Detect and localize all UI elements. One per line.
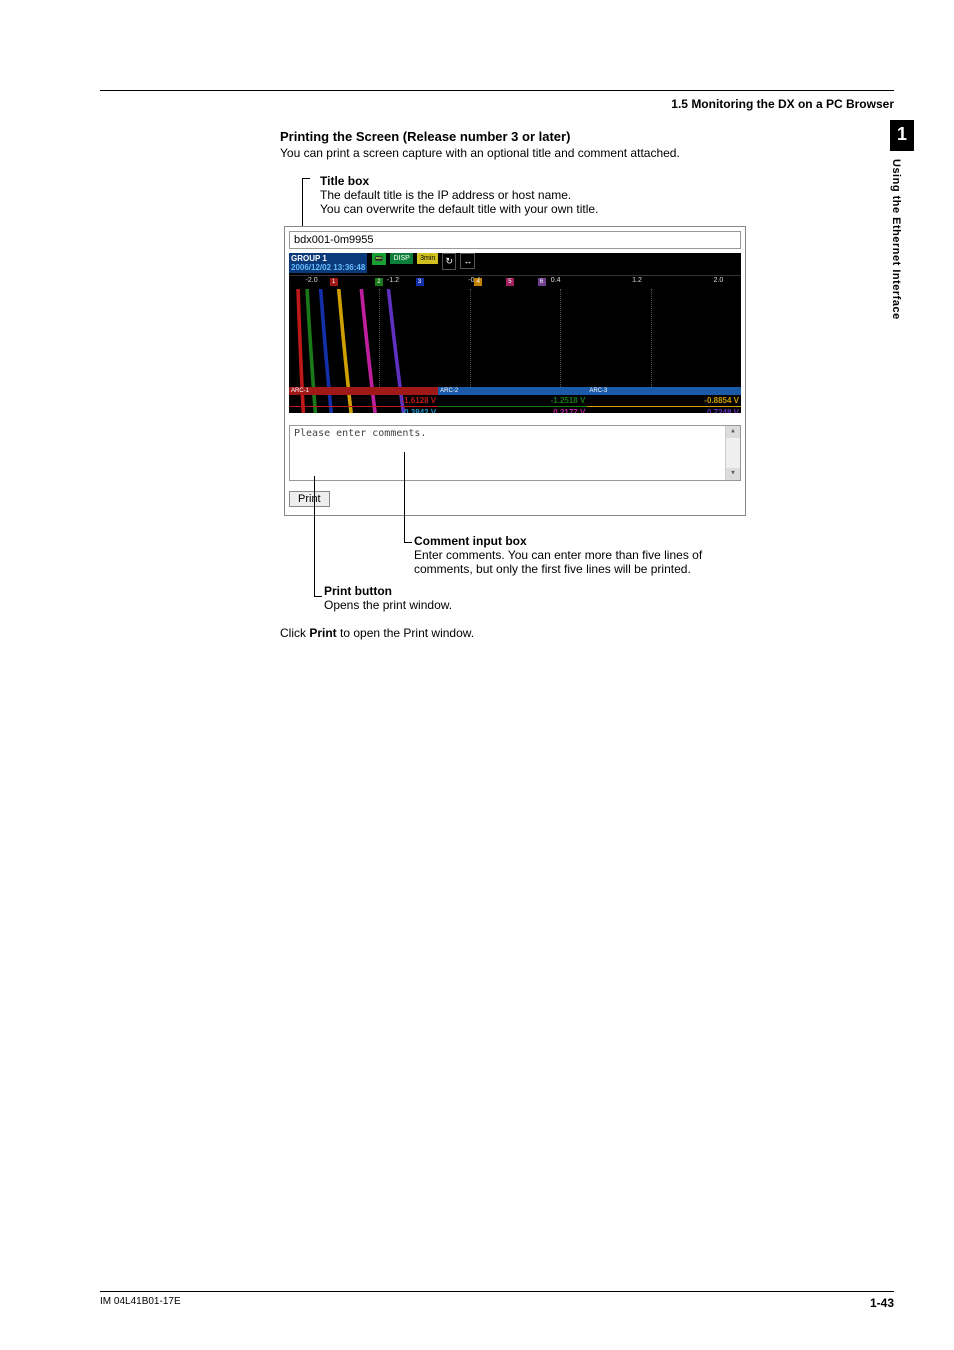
scale-marker: 6 bbox=[538, 278, 546, 286]
scale-axis: -2.0 -1.2 -0.4 0.4 1.2 2.0 1 2 3 4 5 6 bbox=[289, 275, 741, 290]
title-input[interactable]: bdx001-0m9955 bbox=[289, 231, 741, 249]
print-button[interactable]: Print bbox=[289, 491, 330, 507]
scale-marker: 4 bbox=[474, 278, 482, 286]
callout-line: The default title is the IP address or h… bbox=[320, 188, 840, 202]
scale-marker: 5 bbox=[506, 278, 514, 286]
group-label: GROUP 1 2006/12/02 13:36:48 bbox=[289, 253, 367, 273]
callout-line: You can overwrite the default title with… bbox=[320, 202, 840, 216]
disp-icon: 📟 bbox=[372, 253, 387, 265]
span-icon: ↔ bbox=[460, 253, 475, 269]
page-number: 1-43 bbox=[870, 1296, 894, 1310]
digital-readout: ARC-1 ARC-2 ARC-3 -1.6128 V -1.2518 V -0… bbox=[289, 387, 741, 413]
print-button-callout: Print button Opens the print window. bbox=[314, 584, 840, 612]
trend-chart: GROUP 1 2006/12/02 13:36:48 📟 DISP 3min … bbox=[289, 253, 741, 413]
comment-box-callout: Comment input box Enter comments. You ca… bbox=[404, 534, 840, 576]
scrollbar[interactable]: ▴ ▾ bbox=[725, 426, 740, 480]
comment-input[interactable]: Please enter comments. ▴ ▾ bbox=[289, 425, 741, 481]
chapter-number: 1 bbox=[890, 120, 914, 151]
scroll-down-icon[interactable]: ▾ bbox=[726, 468, 740, 480]
disp-badge: DISP bbox=[390, 253, 412, 264]
print-screen-panel: bdx001-0m9955 GROUP 1 2006/12/02 13:36:4… bbox=[284, 226, 746, 516]
nav-icon: ↻ bbox=[442, 253, 456, 270]
scale-marker: 1 bbox=[330, 278, 338, 286]
callout-title: Title box bbox=[320, 174, 840, 188]
final-instruction: Click Print to open the Print window. bbox=[280, 626, 840, 640]
plot-area bbox=[289, 289, 741, 387]
scale-marker: 2 bbox=[375, 278, 383, 286]
section-header: 1.5 Monitoring the DX on a PC Browser bbox=[100, 97, 894, 111]
duration-badge: 3min bbox=[417, 253, 438, 264]
scroll-up-icon[interactable]: ▴ bbox=[726, 426, 740, 438]
chapter-side-tab: 1 Using the Ethernet Interface bbox=[890, 120, 914, 320]
page-footer: IM 04L41B01-17E 1-43 bbox=[100, 1291, 894, 1310]
chapter-title: Using the Ethernet Interface bbox=[890, 151, 902, 320]
manual-id: IM 04L41B01-17E bbox=[100, 1296, 181, 1307]
title-box-callout: Title box The default title is the IP ad… bbox=[310, 174, 840, 216]
scale-marker: 3 bbox=[416, 278, 424, 286]
intro-text: You can print a screen capture with an o… bbox=[280, 146, 840, 160]
subsection-heading: Printing the Screen (Release number 3 or… bbox=[280, 129, 840, 144]
